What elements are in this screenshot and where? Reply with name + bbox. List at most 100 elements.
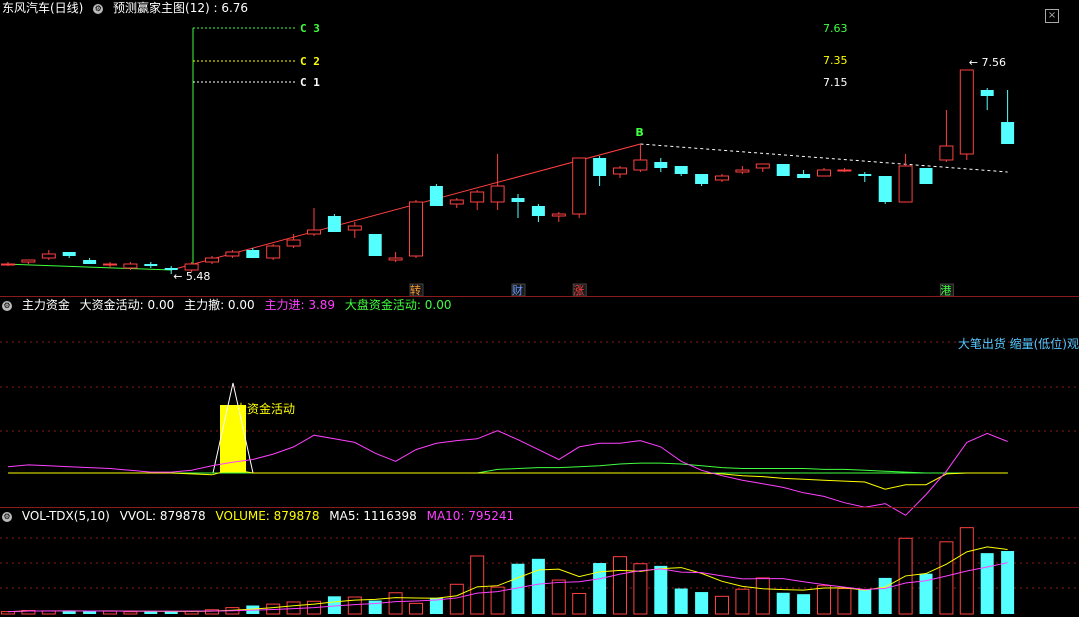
volume-bar	[144, 611, 158, 614]
volume-bar	[817, 585, 831, 615]
volume-bar	[551, 579, 566, 615]
volume-bar	[409, 602, 423, 615]
volume-bar	[368, 600, 382, 614]
candle-body	[674, 166, 688, 174]
candle-body	[633, 159, 648, 171]
fund-panel[interactable]: ⚙ 主力资金 大资金活动: 0.00 主力撤: 0.00 主力进: 3.89 大…	[0, 297, 1079, 516]
candle-body	[531, 206, 545, 216]
candle-body	[225, 251, 240, 257]
candlestick-chart[interactable]: C 3C 2C 17.637.357.15B← 5.48← 7.56转财涨港	[0, 0, 1079, 297]
fund-right-label: 大笔出货 缩量(低位)观	[957, 337, 1079, 351]
candle-body	[735, 169, 750, 173]
candle-body	[103, 263, 117, 266]
candle-body	[980, 90, 994, 96]
candle-body	[939, 145, 954, 161]
high-price-label: ← 7.56	[969, 56, 1006, 69]
volume-chart[interactable]	[0, 508, 1079, 617]
volume-bar	[83, 611, 97, 614]
volume-bar	[531, 558, 545, 614]
volume-bar	[980, 553, 994, 614]
candle-body	[205, 257, 219, 263]
candle-body	[878, 176, 892, 202]
volume-bar	[674, 588, 688, 614]
price-level-715: 7.15	[823, 76, 848, 89]
volume-bar	[939, 541, 954, 615]
candle-body	[572, 157, 587, 215]
candle-body	[919, 168, 933, 184]
signal-tag: 转	[410, 283, 421, 297]
candle-body	[715, 175, 729, 181]
candle-body	[776, 164, 790, 176]
candle-body	[1, 263, 15, 266]
candle-body	[797, 174, 811, 178]
candle-body	[266, 245, 281, 259]
ma10-line	[7, 562, 1008, 613]
candle-body	[62, 252, 76, 256]
candle-body	[695, 174, 709, 184]
candle-body	[755, 163, 770, 169]
volume-bar	[103, 610, 117, 615]
volume-bar	[654, 565, 668, 614]
c3-label: C 3	[300, 22, 320, 35]
candle-body	[123, 263, 138, 269]
volume-bar	[388, 592, 403, 615]
candle-body	[409, 201, 423, 257]
candle-body	[470, 191, 485, 203]
candle-body	[327, 216, 341, 232]
volume-bar	[1001, 551, 1015, 614]
candle-body	[449, 199, 464, 205]
candle-body	[551, 213, 566, 217]
volume-bar	[715, 595, 729, 615]
volume-bar	[449, 583, 464, 615]
candle-body	[613, 167, 627, 175]
candle-body	[21, 259, 36, 263]
big-fund-spike-label: 大资金活动	[235, 401, 295, 416]
candle-body	[144, 264, 158, 266]
volume-bar	[613, 556, 627, 615]
volume-bar	[776, 592, 790, 614]
volume-bar	[755, 577, 770, 615]
volume-panel[interactable]: ⚙ VOL-TDX(5,10) VVOL: 879878 VOLUME: 879…	[0, 508, 1079, 617]
candle-body	[511, 198, 525, 202]
volume-bar	[123, 611, 138, 615]
candle-body	[307, 229, 321, 235]
fund-chart[interactable]: 大资金活动	[0, 297, 1079, 516]
candle-body	[959, 69, 974, 155]
volume-bar	[327, 596, 341, 614]
low-price-label: ← 5.48	[173, 270, 210, 283]
candle-body	[246, 250, 260, 258]
candle-body	[1001, 122, 1015, 144]
candle-body	[898, 165, 913, 203]
candle-body	[837, 169, 852, 172]
volume-bar	[593, 563, 607, 614]
candle-body	[83, 260, 97, 264]
volume-bar	[735, 588, 750, 615]
trend-line-up	[171, 143, 641, 271]
candle-body	[817, 169, 831, 177]
volume-bar	[205, 609, 219, 615]
candle-body	[490, 185, 505, 203]
volume-bar	[878, 577, 892, 614]
price-panel[interactable]: 东风汽车(日线) ⚙ 预测赢家主图(12) : 6.76 × C 3C 2C 1…	[0, 0, 1079, 297]
candle-body	[368, 234, 382, 256]
volume-bar	[695, 592, 709, 614]
b-marker: B	[635, 126, 643, 139]
candle-body	[41, 253, 56, 259]
candle-body	[654, 162, 668, 168]
c1-label: C 1	[300, 76, 320, 89]
ma5-line	[7, 546, 1008, 613]
candle-body	[858, 174, 872, 176]
price-level-763: 7.63	[823, 22, 848, 35]
candle-body	[388, 257, 403, 261]
signal-tag: 财	[512, 283, 523, 297]
candle-body	[347, 225, 362, 231]
market-fund-line	[8, 462, 1008, 474]
volume-bar	[837, 588, 852, 615]
candle-body	[593, 158, 607, 176]
volume-bar	[470, 555, 485, 615]
candle-body	[286, 239, 301, 247]
volume-bar	[572, 592, 587, 615]
c2-label: C 2	[300, 55, 320, 68]
volume-bar	[797, 594, 811, 614]
volume-bar	[858, 589, 872, 614]
